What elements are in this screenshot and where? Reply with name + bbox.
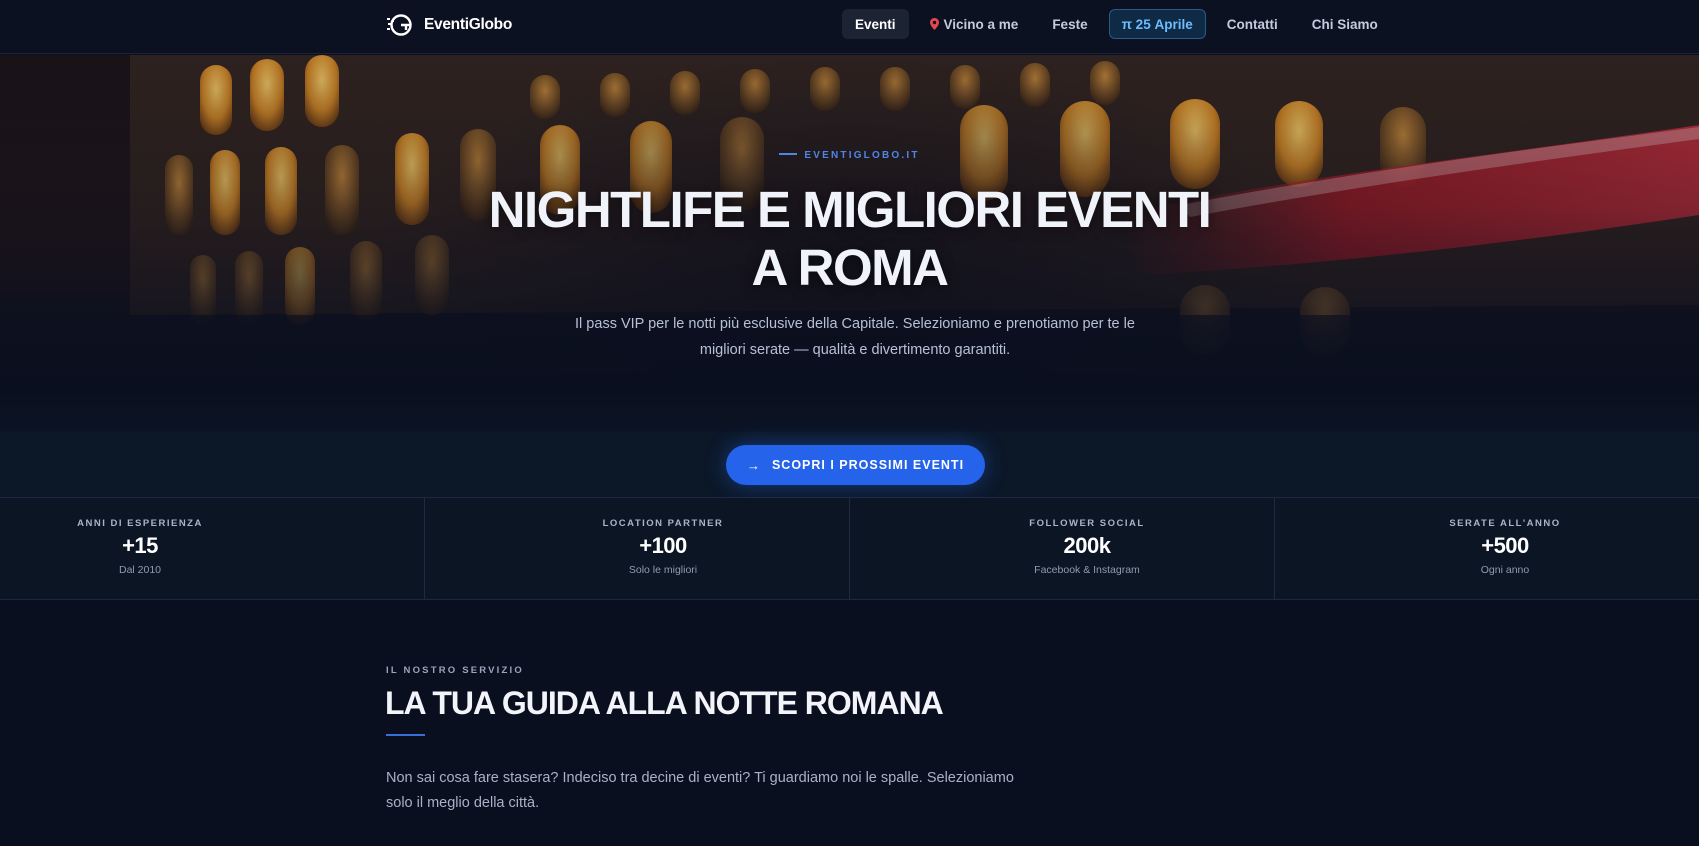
- nav-item-label: Chi Siamo: [1311, 16, 1378, 32]
- discover-events-button[interactable]: → SCOPRI I PROSSIMI EVENTI: [726, 445, 985, 485]
- stat-nights-per-year: SERATE ALL'ANNO +500 Ogni anno: [1275, 498, 1699, 599]
- service-eyebrow: IL NOSTRO SERVIZIO: [386, 665, 524, 676]
- stats-bar: ANNI DI ESPERIENZA +15 Dal 2010 LOCATION…: [0, 498, 1699, 600]
- cta-label: SCOPRI I PROSSIMI EVENTI: [771, 458, 965, 472]
- brand-name: EventiGlobo: [424, 16, 512, 33]
- hero-title-line-1: NIGHTLIFE E MIGLIORI EVENTI: [488, 181, 1212, 238]
- stat-location-partner: LOCATION PARTNER +100 Solo le migliori: [425, 498, 850, 599]
- top-navbar: EventiGlobo Eventi Vicino a me Feste π 2…: [0, 0, 1699, 54]
- stat-value: +500: [1481, 533, 1529, 558]
- nav-item-feste[interactable]: Feste: [1039, 9, 1100, 39]
- nav-item-25-aprile[interactable]: π 25 Aprile: [1108, 9, 1206, 39]
- service-section: IL NOSTRO SERVIZIO LA TUA GUIDA ALLA NOT…: [0, 601, 1699, 846]
- hero-eyebrow: EVENTIGLOBO.IT: [0, 150, 1699, 161]
- stat-label: LOCATION PARTNER: [602, 518, 724, 529]
- stat-follower-social: FOLLOWER SOCIAL 200k Facebook & Instagra…: [850, 498, 1275, 599]
- map-pin-icon: [929, 18, 939, 30]
- hero-title: NIGHTLIFE E MIGLIORI EVENTI A ROMA: [0, 181, 1699, 297]
- stat-experience: ANNI DI ESPERIENZA +15 Dal 2010: [0, 498, 425, 599]
- service-text: Non sai cosa fare stasera? Indeciso tra …: [386, 770, 1014, 811]
- stat-value: 200k: [1063, 533, 1111, 558]
- cta-band: → SCOPRI I PROSSIMI EVENTI: [0, 432, 1699, 498]
- globe-g-logo-icon: [386, 13, 415, 37]
- stat-label: FOLLOWER SOCIAL: [1029, 518, 1145, 529]
- brand[interactable]: EventiGlobo: [386, 13, 512, 37]
- stat-label: ANNI DI ESPERIENZA: [77, 518, 203, 529]
- hero-section: EVENTIGLOBO.IT NIGHTLIFE E MIGLIORI EVEN…: [0, 55, 1699, 432]
- stat-note: Facebook & Instagram: [1034, 564, 1140, 576]
- stat-value: +15: [122, 533, 158, 558]
- nav-item-vicino-a-me[interactable]: Vicino a me: [917, 9, 1032, 39]
- hero-subtitle: Il pass VIP per le notti più esclusive d…: [575, 316, 1135, 358]
- nav-item-chi-siamo[interactable]: Chi Siamo: [1299, 9, 1391, 39]
- nav-item-label: Vicino a me: [943, 16, 1019, 32]
- stat-note: Ogni anno: [1480, 564, 1530, 576]
- stat-note: Dal 2010: [118, 564, 162, 576]
- hero-title-line-2: A ROMA: [751, 239, 949, 296]
- title-underline: [386, 734, 425, 736]
- nav-item-label: Feste: [1052, 16, 1088, 32]
- nav-item-label: Eventi: [855, 16, 896, 32]
- service-title: LA TUA GUIDA ALLA NOTTE ROMANA: [385, 685, 944, 721]
- main-nav: Eventi Vicino a me Feste π 25 Aprile Con…: [842, 9, 1391, 39]
- stat-value: +100: [639, 533, 687, 558]
- nav-item-label: π 25 Aprile: [1121, 16, 1193, 32]
- nav-item-label: Contatti: [1226, 16, 1278, 32]
- nav-item-contatti[interactable]: Contatti: [1214, 9, 1291, 39]
- stat-label: SERATE ALL'ANNO: [1449, 518, 1561, 529]
- arrow-right-icon: →: [746, 457, 761, 473]
- nav-item-eventi[interactable]: Eventi: [842, 9, 909, 39]
- stat-note: Solo le migliori: [628, 564, 698, 576]
